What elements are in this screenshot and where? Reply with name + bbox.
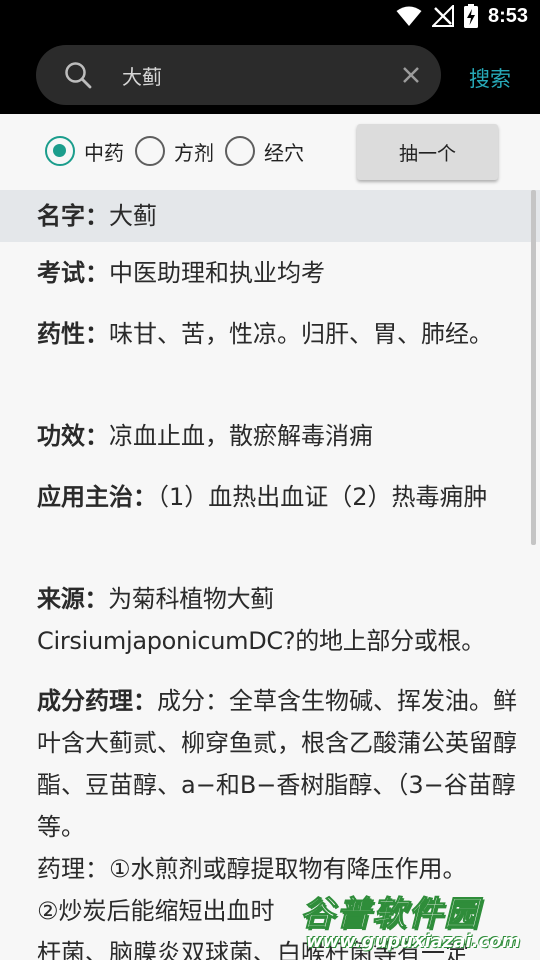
entry-composition: 成分药理：成分：全草含生物碱、挥发油。鲜叶含大蓟贰、柳穿鱼贰，根含乙酸蒲公英留醇…: [37, 680, 529, 848]
signal-no-sim-icon: [431, 5, 454, 27]
radio-label: 经穴: [264, 140, 304, 165]
entry-source: 来源：为菊科植物大蓟CirsiumjaponicumDC?的地上部分或根。: [37, 578, 529, 662]
radio-circle: [135, 136, 165, 166]
entry-key: 成分药理：: [37, 687, 157, 715]
watermark-title: 谷普软件园: [300, 894, 480, 935]
search-button[interactable]: 搜索: [469, 63, 511, 93]
filter-row: 中药 方剂 经穴 抽一个: [0, 114, 540, 190]
entry-value: 大蓟: [109, 202, 157, 230]
radio-herb[interactable]: 中药: [45, 136, 124, 166]
watermark-url: www.gupuxiazai.com: [306, 931, 521, 952]
radio-label: 中药: [84, 140, 124, 165]
watermark: 谷普软件园 www.gupuxiazai.com: [292, 886, 540, 960]
entry-effect: 功效：凉血止血，散瘀解毒消痈: [37, 415, 529, 457]
radio-label: 方剂: [174, 140, 214, 165]
entry-name: 名字：大蓟: [37, 195, 529, 237]
status-bar: 8:53: [0, 0, 540, 36]
entry-key: 应用主治：: [37, 483, 157, 511]
scrollbar[interactable]: [531, 190, 536, 545]
wifi-icon: [396, 6, 422, 26]
entry-property: 药性：味甘、苦，性凉。归肝、胃、肺经。: [37, 313, 529, 355]
entry-value: 味甘、苦，性凉。归肝、胃、肺经。: [109, 320, 493, 348]
radio-acupoint[interactable]: 经穴: [225, 136, 304, 166]
radio-circle: [225, 136, 255, 166]
pharmacology-line-1: 药理：①水煎剂或醇提取物有降压作用。: [37, 855, 467, 883]
status-time: 8:53: [487, 4, 528, 27]
entry-key: 名字：: [37, 202, 109, 230]
entry-exam: 考试：中医助理和执业均考: [37, 252, 529, 294]
battery-charging-icon: [463, 4, 478, 28]
entry-key: 考试：: [37, 259, 109, 287]
search-query: 大蓟: [122, 65, 162, 89]
entry-indication: 应用主治：（1）血热出血证（2）热毒痈肿: [37, 476, 529, 518]
entry-key: 药性：: [37, 320, 109, 348]
name-row: 名字：大蓟: [0, 190, 540, 242]
radio-formula[interactable]: 方剂: [135, 136, 214, 166]
entry-value: （1）血热出血证（2）热毒痈肿: [157, 483, 488, 511]
entry-value: 中医助理和执业均考: [109, 259, 325, 287]
search-header: 大蓟 搜索: [0, 36, 540, 114]
entry-key: 功效：: [37, 422, 109, 450]
search-icon: [65, 62, 92, 89]
radio-circle: [45, 136, 75, 166]
search-input[interactable]: 大蓟: [36, 45, 441, 105]
close-icon[interactable]: [399, 63, 423, 87]
status-icons: 8:53: [396, 4, 528, 28]
entry-key: 来源：: [37, 585, 109, 613]
entry-value: 凉血止血，散瘀解毒消痈: [109, 422, 373, 450]
draw-random-button[interactable]: 抽一个: [357, 124, 498, 180]
